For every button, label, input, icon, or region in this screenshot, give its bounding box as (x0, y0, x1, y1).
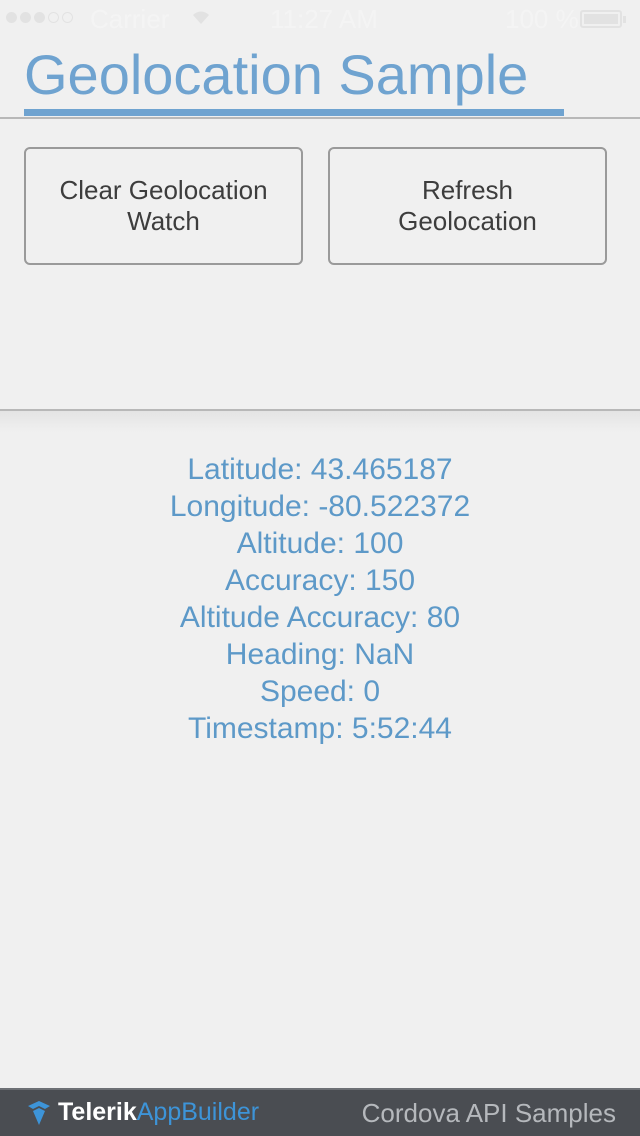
speed-text: Speed: 0 (259, 675, 381, 708)
altitude-accuracy-text: Altitude Accuracy: 80 (179, 601, 461, 634)
heading-text: Heading: NaN (225, 638, 415, 671)
brand-telerik: Telerik (58, 1098, 137, 1126)
title-underline (24, 109, 564, 116)
accuracy-text: Accuracy: 150 (224, 564, 416, 597)
telerik-appbuilder-logo: Telerik AppBuilder (26, 1098, 259, 1127)
header: Geolocation Sample (0, 0, 640, 119)
refresh-geolocation-button[interactable]: Refresh Geolocation (328, 147, 607, 265)
divider-shadow (0, 411, 640, 433)
brand-appbuilder: AppBuilder (136, 1098, 260, 1126)
telerik-logo-icon (28, 1100, 50, 1125)
altitude-text: Altitude: 100 (236, 527, 404, 560)
page-title: Geolocation Sample (24, 43, 529, 106)
clear-geolocation-watch-button[interactable]: Clear Geolocation Watch (24, 147, 303, 265)
timestamp-text: Timestamp: 5:52:44 (187, 712, 452, 745)
geolocation-info: Latitude: 43.465187 Longitude: -80.52237… (0, 451, 640, 747)
longitude-text: Longitude: -80.522372 (169, 490, 471, 523)
footer-caption: Cordova API Samples (361, 1098, 616, 1128)
footer: Telerik AppBuilder Cordova API Samples (0, 1088, 640, 1136)
latitude-text: Latitude: 43.465187 (187, 453, 453, 486)
